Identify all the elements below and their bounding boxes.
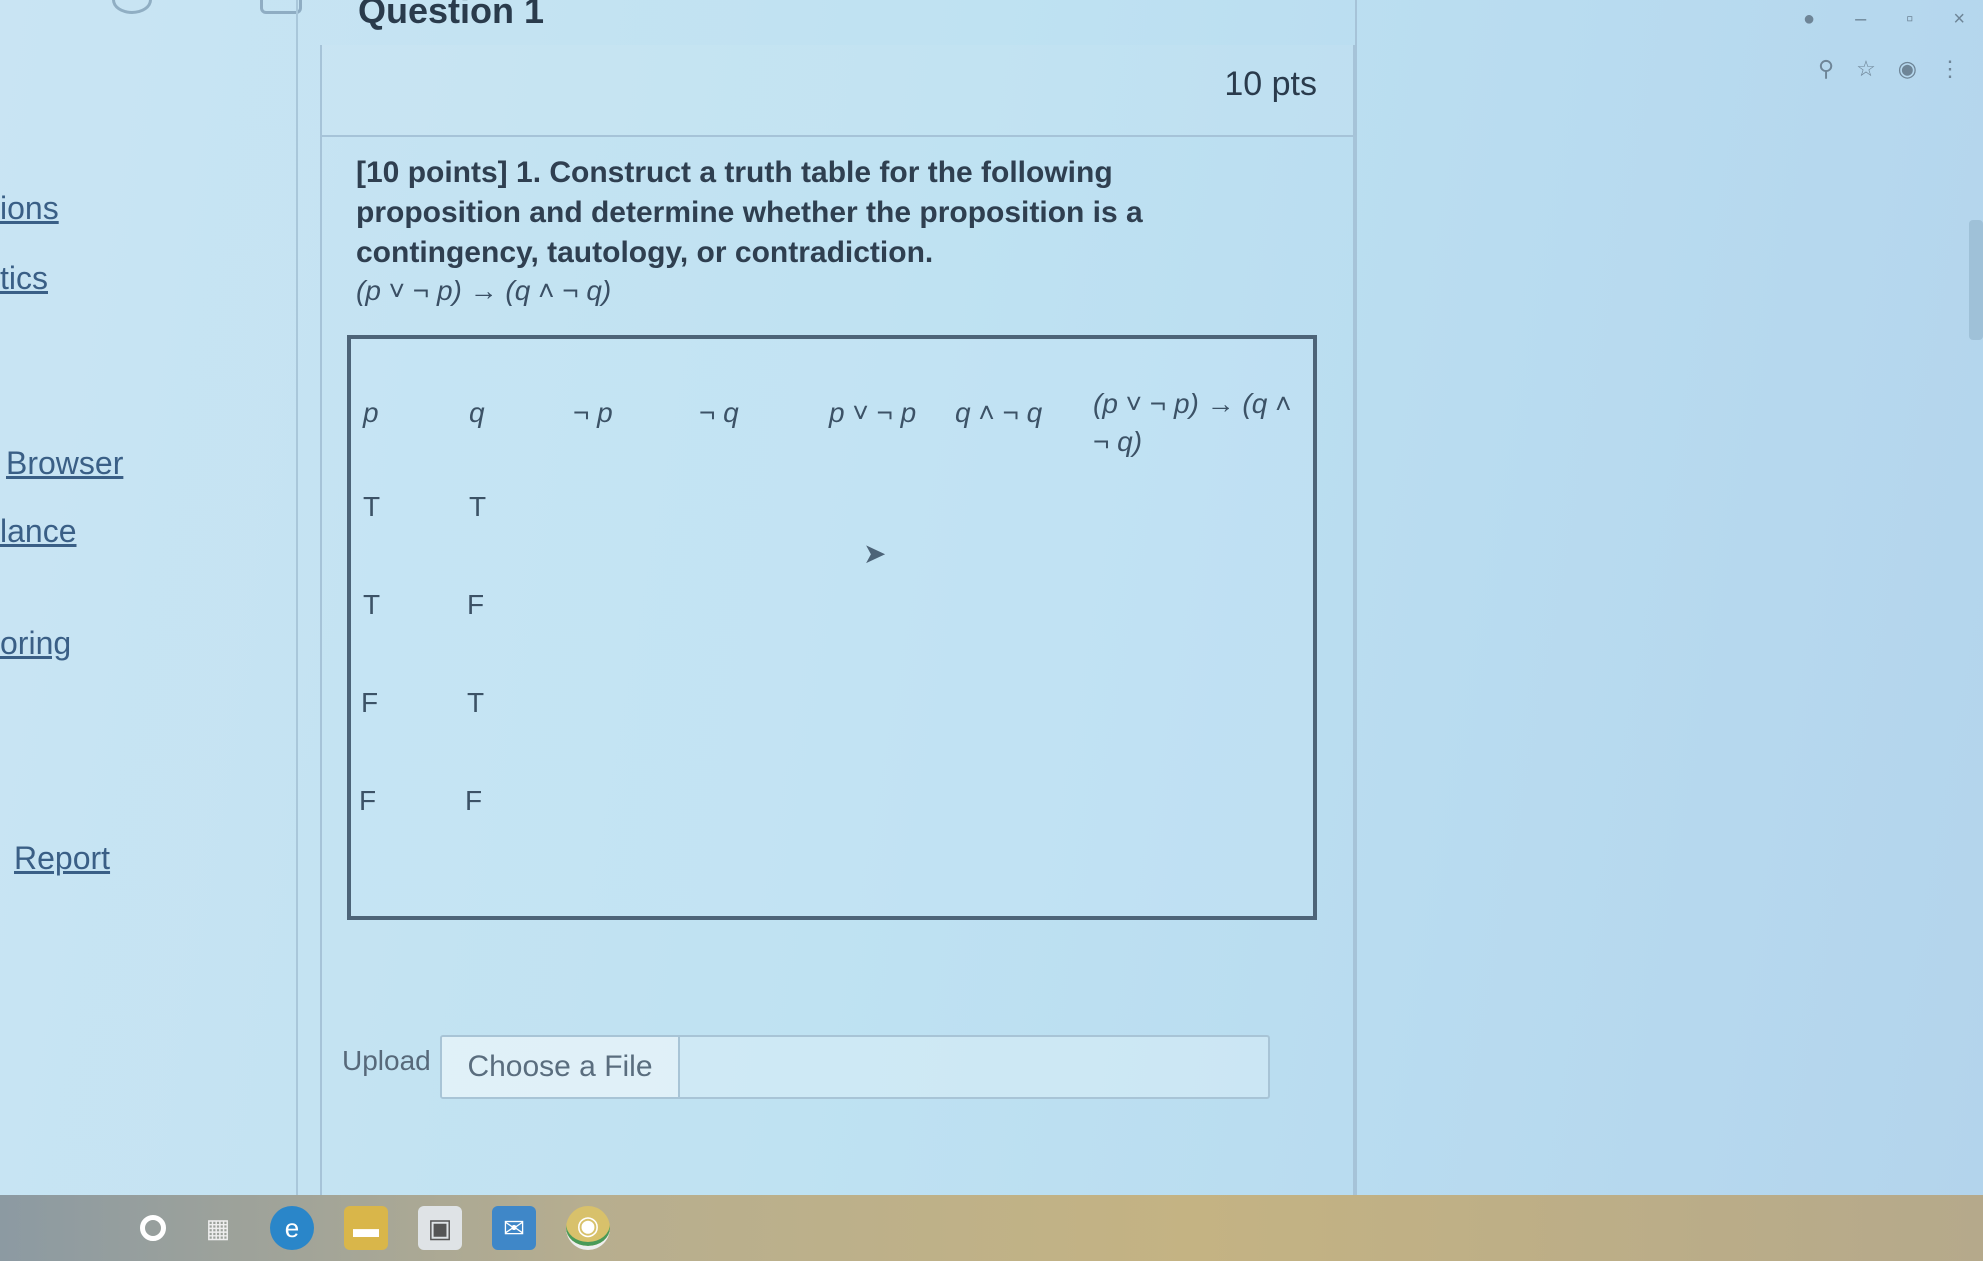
profile-icon[interactable]: ◉ xyxy=(1898,56,1917,82)
nav-link-browser[interactable]: Browser xyxy=(6,445,123,482)
bookmark-star-icon[interactable]: ☆ xyxy=(1856,56,1876,82)
upload-field[interactable]: Choose a File xyxy=(440,1035,1270,1099)
chrome-browser-icon[interactable]: ◉ xyxy=(566,1206,610,1250)
window-controls: ● – ▫ × xyxy=(1803,8,1965,31)
nav-link-statistics[interactable]: tics xyxy=(0,260,48,297)
nav-link-discussions[interactable]: ions xyxy=(0,190,59,227)
question-card: 10 pts [10 points] 1. Construct a truth … xyxy=(320,45,1355,1215)
table-cell: T xyxy=(467,687,485,718)
zoom-icon[interactable]: ⚲ xyxy=(1818,56,1834,82)
question-header: 10 pts xyxy=(322,45,1353,137)
nav-divider xyxy=(296,0,298,1200)
menu-kebab-icon[interactable]: ⋮ xyxy=(1939,56,1961,82)
table-header-p-or-not-p: p ˅ ¬ p xyxy=(829,397,917,428)
table-cell: F xyxy=(467,589,485,620)
table-cell: T xyxy=(363,491,381,522)
mail-icon[interactable]: ✉ xyxy=(492,1206,536,1250)
minimize-icon[interactable]: – xyxy=(1855,8,1866,31)
nav-link-attendance[interactable]: lance xyxy=(0,513,77,550)
maximize-icon[interactable]: ▫ xyxy=(1906,8,1913,31)
record-icon[interactable]: ● xyxy=(1803,8,1815,31)
table-header-not-q: ¬ q xyxy=(699,397,739,428)
table-header-q: q xyxy=(469,397,485,428)
question-title: Question 1 xyxy=(358,0,545,31)
table-header-p: p xyxy=(363,397,379,428)
question-text: [10 points] 1. Construct a truth table f… xyxy=(356,156,1143,269)
right-pane-divider xyxy=(1355,0,1357,1200)
edge-browser-icon[interactable]: e xyxy=(270,1206,314,1250)
close-icon[interactable]: × xyxy=(1953,8,1965,31)
hidden-eye-icon xyxy=(112,0,152,14)
question-points: 10 pts xyxy=(1224,65,1317,103)
scrollbar[interactable] xyxy=(1969,220,1983,340)
store-icon[interactable]: ▣ xyxy=(418,1206,462,1250)
task-view-icon[interactable]: ▦ xyxy=(196,1206,240,1250)
upload-label: Upload xyxy=(342,1045,431,1076)
nav-link-report[interactable]: Report xyxy=(14,840,110,877)
nav-link-proctoring[interactable]: oring xyxy=(0,625,71,662)
course-navigation: ions tics Browser lance oring Report xyxy=(0,0,302,1200)
table-cell: F xyxy=(465,785,483,816)
mouse-cursor-icon: ➤ xyxy=(863,538,887,569)
browser-toolbar: ⚲ ☆ ◉ ⋮ xyxy=(1818,56,1961,82)
table-header-q-and-not-q: q ˄ ¬ q xyxy=(955,397,1043,428)
table-header-not-p: ¬ p xyxy=(573,397,613,428)
truth-table[interactable]: p q ¬ p ¬ q p ˅ ¬ p q ˄ ¬ q (p ˅ ¬ p) → … xyxy=(347,335,1317,920)
table-header-implication: (p ˅ ¬ p) → (q ˄ ¬ q) xyxy=(1093,388,1292,457)
taskbar: ▦ e ▬ ▣ ✉ ◉ xyxy=(0,1195,1983,1261)
table-cell: T xyxy=(469,491,487,522)
file-explorer-icon[interactable]: ▬ xyxy=(344,1206,388,1250)
table-cell: F xyxy=(361,687,379,718)
start-search-icon[interactable] xyxy=(140,1215,166,1241)
table-cell: F xyxy=(359,785,377,816)
proposition-formula: (p ˅ ¬ p) → (q ˄ ¬ q) xyxy=(356,275,612,306)
table-cell: T xyxy=(363,589,381,620)
choose-file-button[interactable]: Choose a File xyxy=(442,1037,680,1097)
